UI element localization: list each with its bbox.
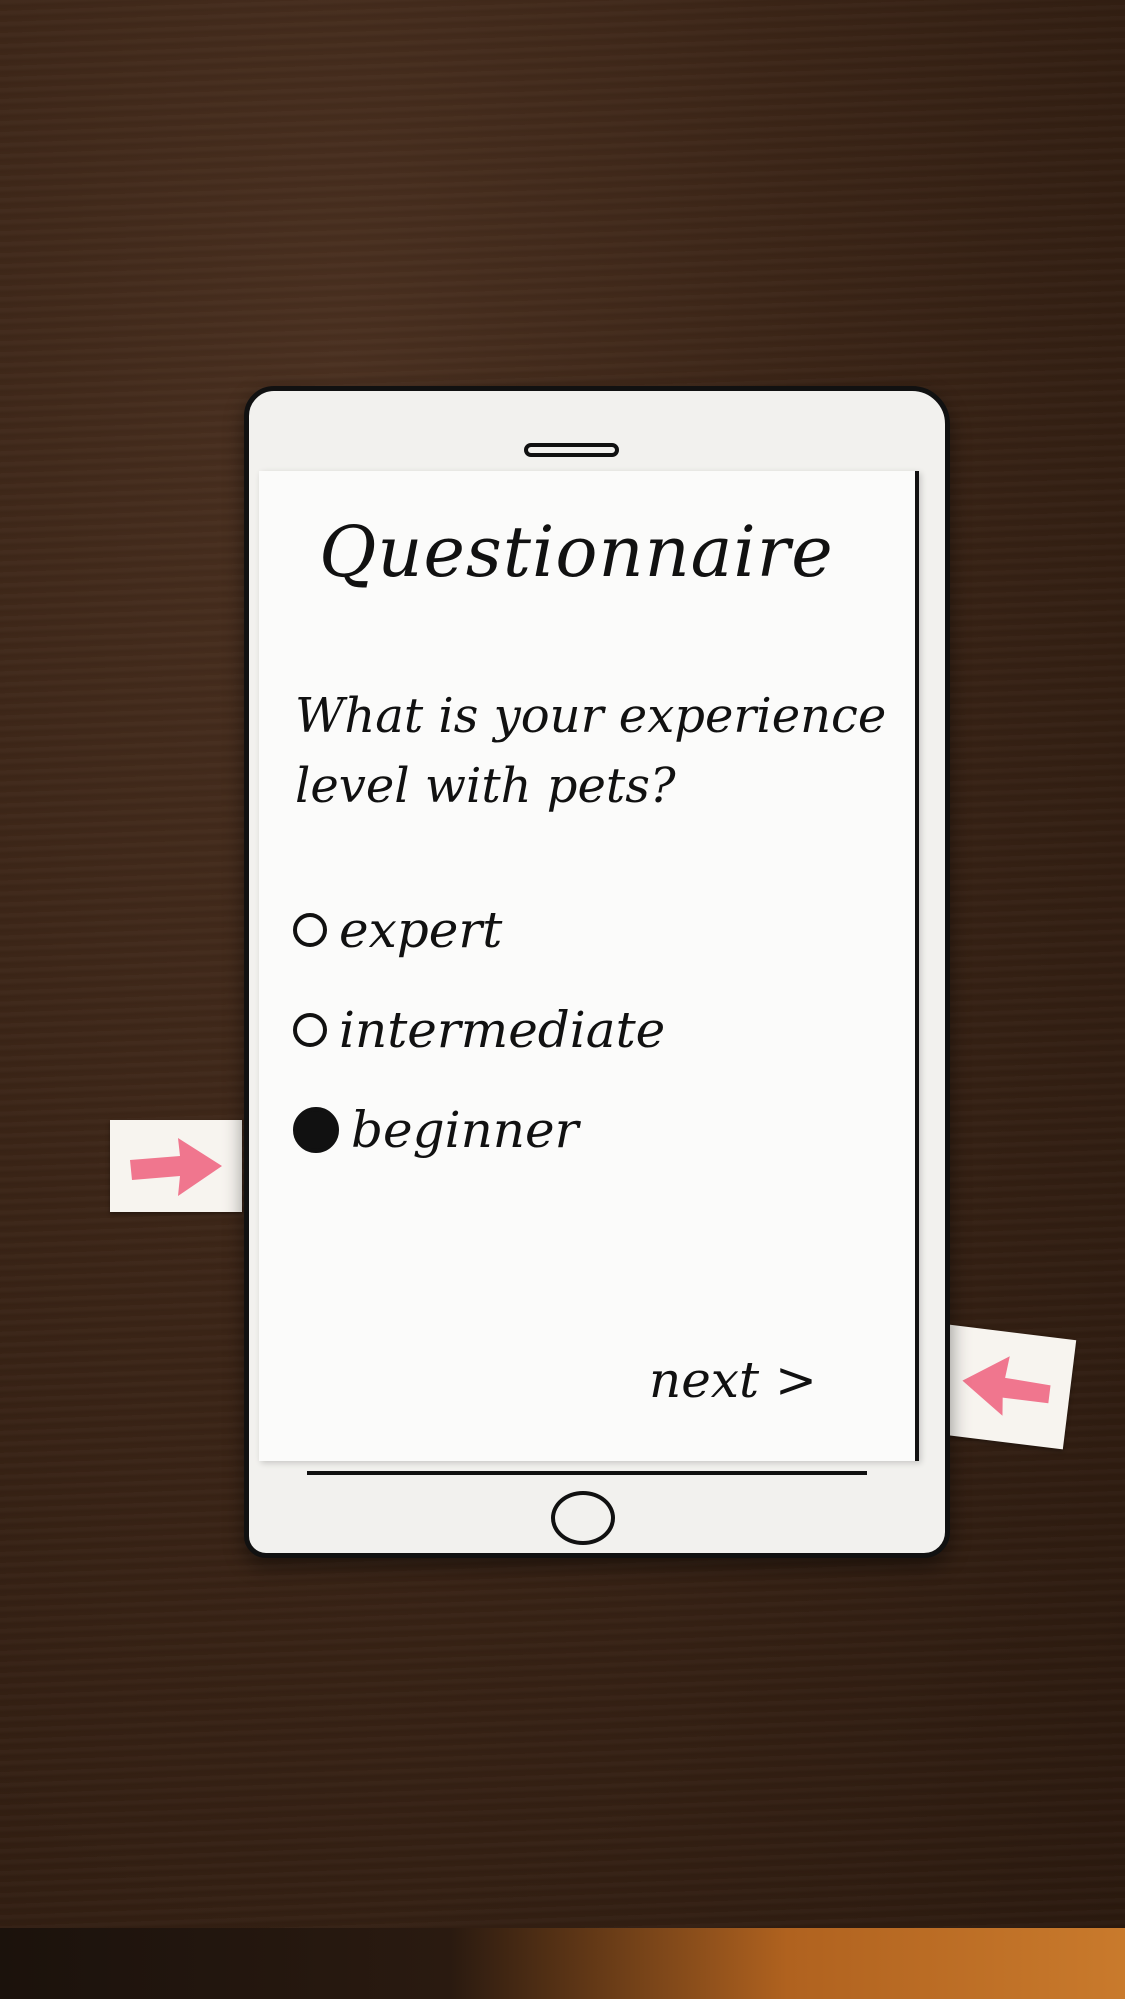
pink-arrow-right-icon bbox=[130, 1138, 222, 1196]
next-button[interactable]: next > bbox=[649, 1351, 817, 1409]
pink-arrow-left-icon bbox=[962, 1356, 1051, 1416]
home-button-icon[interactable] bbox=[551, 1491, 615, 1545]
radio-intermediate[interactable] bbox=[293, 1013, 327, 1047]
radio-expert[interactable] bbox=[293, 913, 327, 947]
page-title: Questionnaire bbox=[319, 511, 834, 593]
phone-prototype: Questionnaire What is your experience le… bbox=[244, 386, 950, 1558]
option-expert-label: expert bbox=[339, 901, 503, 959]
radio-beginner-selected[interactable] bbox=[293, 1107, 339, 1153]
option-beginner-label: beginner bbox=[351, 1101, 579, 1159]
option-beginner[interactable]: beginner bbox=[293, 1101, 579, 1159]
bezel-line bbox=[307, 1471, 867, 1475]
floor-background bbox=[0, 1928, 1125, 1999]
option-intermediate-label: intermediate bbox=[339, 1001, 666, 1059]
speaker-slot-icon bbox=[524, 443, 619, 457]
phone-screen: Questionnaire What is your experience le… bbox=[259, 471, 919, 1461]
option-expert[interactable]: expert bbox=[293, 901, 502, 959]
option-intermediate[interactable]: intermediate bbox=[293, 1001, 665, 1059]
arrow-note-left bbox=[110, 1120, 242, 1212]
question-text: What is your experience level with pets? bbox=[295, 688, 887, 814]
arrow-note-right bbox=[935, 1324, 1077, 1450]
